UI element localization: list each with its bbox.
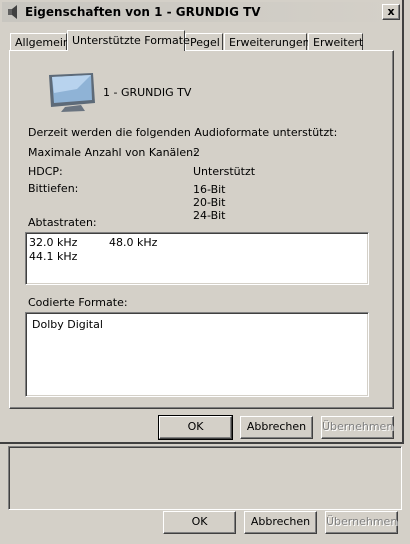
ok-button[interactable]: OK	[158, 415, 233, 440]
close-icon: x	[387, 5, 395, 18]
formats-intro: Derzeit werden die folgenden Audioformat…	[28, 126, 338, 139]
list-item: 48.0 kHz	[109, 236, 158, 249]
tab-erweiterungen[interactable]: Erweiterungen	[224, 33, 310, 50]
device-name: 1 - GRUNDIG TV	[103, 86, 192, 99]
tab-panel-formats: 1 - GRUNDIG TV Derzeit werden die folgen…	[9, 50, 394, 409]
properties-dialog: Eigenschaften von 1 - GRUNDIG TV x Allge…	[0, 0, 404, 444]
list-item: 44.1 kHz	[29, 250, 78, 263]
parent-ok-button[interactable]: OK	[163, 511, 236, 534]
tab-erweitert[interactable]: Erweitert	[308, 33, 363, 50]
hdcp-label: HDCP:	[28, 165, 63, 178]
tab-unterstuetzte-formate[interactable]: Unterstützte Formate	[67, 30, 190, 51]
parent-cancel-button[interactable]: Abbrechen	[244, 511, 317, 534]
tv-monitor-icon	[47, 71, 97, 113]
bitdepth-value: 24-Bit	[193, 209, 226, 222]
bitdepth-label: Bittiefen:	[28, 182, 79, 195]
parent-apply-button[interactable]: Übernehmen	[325, 511, 398, 534]
max-channels-value: 2	[193, 146, 200, 159]
window-title: Eigenschaften von 1 - GRUNDIG TV	[25, 5, 261, 19]
parent-content-panel	[8, 446, 402, 510]
encoded-formats-list[interactable]: Dolby Digital	[25, 312, 369, 397]
samplerates-label: Abtastraten:	[28, 216, 97, 229]
hdcp-value: Unterstützt	[193, 165, 256, 178]
cancel-button[interactable]: Abbrechen	[240, 416, 313, 439]
list-item: 32.0 kHz	[29, 236, 78, 249]
max-channels-label: Maximale Anzahl von Kanälen:	[28, 146, 197, 159]
apply-button[interactable]: Übernehmen	[321, 416, 394, 439]
speaker-icon	[6, 4, 22, 20]
close-button[interactable]: x	[382, 4, 400, 20]
encoded-formats-label: Codierte Formate:	[28, 296, 128, 309]
bitdepth-value: 16-Bit	[193, 183, 226, 196]
title-bar[interactable]: Eigenschaften von 1 - GRUNDIG TV x	[2, 2, 400, 22]
tab-allgemein[interactable]: Allgemein	[10, 33, 70, 50]
samplerates-list[interactable]: 32.0 kHz 48.0 kHz 44.1 kHz	[25, 232, 369, 285]
bitdepth-value: 20-Bit	[193, 196, 226, 209]
list-item: Dolby Digital	[32, 318, 103, 331]
tab-pegel[interactable]: Pegel	[185, 33, 223, 50]
